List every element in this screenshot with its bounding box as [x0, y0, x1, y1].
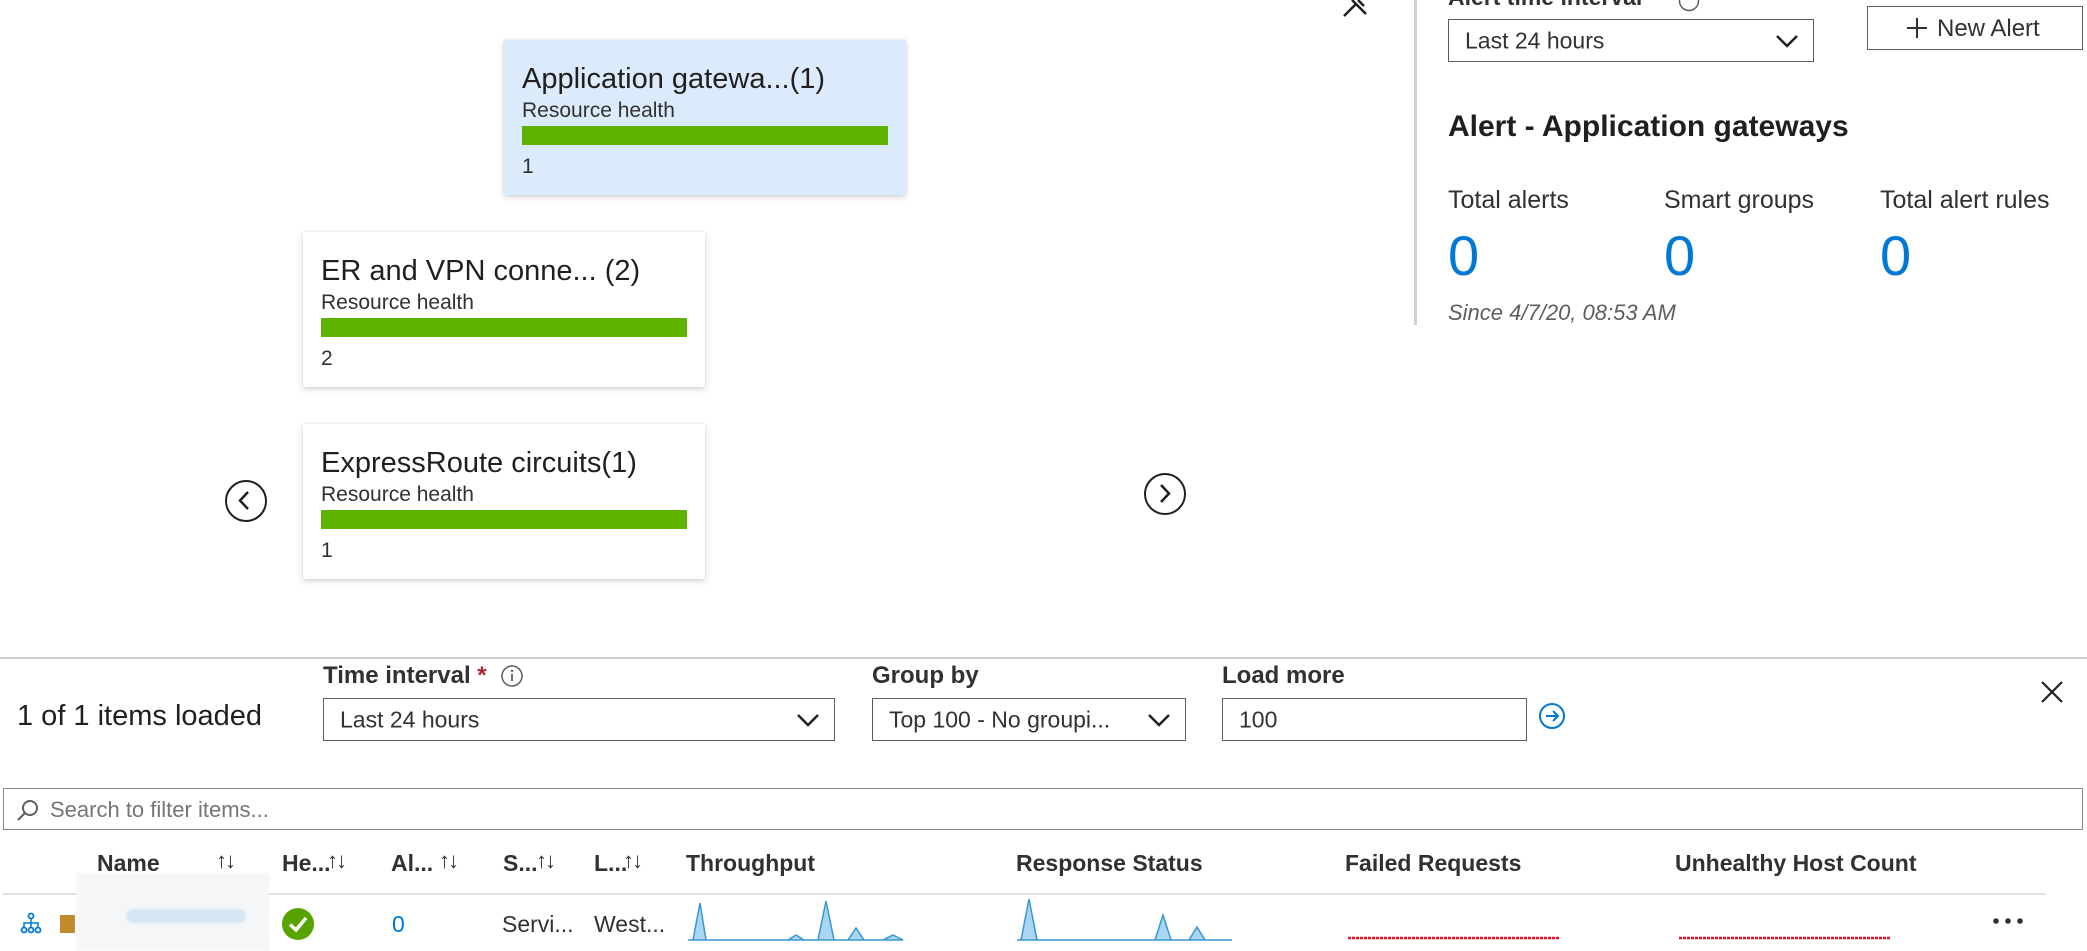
column-header-throughput[interactable]: Throughput	[686, 850, 815, 877]
alerts-panel-title: Alert - Application gateways	[1448, 110, 1849, 143]
items-loaded-text: 1 of 1 items loaded	[17, 700, 263, 732]
close-icon[interactable]	[2040, 680, 2064, 704]
card-title: ExpressRoute circuits(1)	[321, 447, 637, 479]
chevron-down-icon	[797, 713, 819, 727]
column-header-response-status[interactable]: Response Status	[1016, 850, 1203, 877]
stat-value-total-alerts[interactable]: 0	[1448, 226, 1479, 286]
sort-icon[interactable]: ↑↓	[536, 848, 556, 874]
network-icon	[20, 912, 42, 934]
plus-icon	[1907, 18, 1927, 38]
search-input[interactable]	[48, 793, 2052, 827]
next-button[interactable]	[1144, 473, 1186, 515]
chevron-down-icon	[1148, 713, 1170, 727]
column-header-alerts[interactable]: Al...	[391, 850, 433, 877]
search-icon	[17, 800, 38, 821]
dropdown-value: Last 24 hours	[340, 706, 480, 732]
stat-label-total-alert-rules: Total alert rules	[1880, 186, 2050, 214]
group-by-label: Group by	[872, 662, 979, 689]
response-status-sparkline	[1017, 898, 1232, 941]
card-subtitle: Resource health	[522, 99, 675, 122]
stat-value-total-alert-rules[interactable]: 0	[1880, 226, 1911, 286]
stat-value-smart-groups[interactable]: 0	[1664, 226, 1695, 286]
column-header-unhealthy-host-count[interactable]: Unhealthy Host Count	[1675, 850, 1917, 877]
required-mark: *	[477, 662, 487, 689]
chevron-down-icon	[1776, 34, 1798, 48]
stat-label-total-alerts: Total alerts	[1448, 186, 1569, 214]
resource-type-icon	[60, 915, 75, 933]
time-interval-label: Time interval *	[323, 662, 487, 690]
new-alert-label: New Alert	[1937, 15, 2040, 42]
sort-icon[interactable]: ↑↓	[439, 848, 459, 874]
failed-requests-sparkline	[1348, 936, 1560, 940]
location-cell: West...	[594, 911, 666, 937]
dropdown-value: Last 24 hours	[1465, 27, 1605, 53]
health-bar	[321, 318, 687, 337]
card-application-gateways[interactable]: Application gatewa...(1) Resource health…	[504, 40, 906, 195]
since-timestamp: Since 4/7/20, 08:53 AM	[1448, 300, 1676, 325]
card-er-vpn-connections[interactable]: ER and VPN conne... (2) Resource health …	[303, 232, 705, 387]
panel-divider	[1414, 0, 1417, 325]
go-arrow-icon[interactable]	[1538, 702, 1566, 730]
alert-interval-label: Alert time interval	[1448, 0, 1642, 11]
load-more-label: Load more	[1222, 662, 1345, 689]
unhealthy-host-count-sparkline	[1679, 936, 1891, 940]
dropdown-value: Top 100 - No groupi...	[889, 706, 1111, 732]
alert-interval-dropdown[interactable]: Last 24 hours	[1448, 19, 1814, 62]
info-icon[interactable]	[1678, 0, 1700, 12]
new-alert-button[interactable]: New Alert	[1867, 6, 2083, 50]
health-bar	[522, 126, 888, 145]
sort-icon[interactable]: ↑↓	[327, 848, 347, 874]
time-interval-dropdown[interactable]: Last 24 hours	[323, 698, 835, 741]
healthy-check-icon	[282, 908, 314, 940]
stat-label-smart-groups: Smart groups	[1664, 186, 1815, 214]
pin-icon[interactable]	[1340, 0, 1370, 18]
chevron-left-icon	[238, 491, 249, 510]
input-value: 100	[1239, 706, 1278, 732]
throughput-sparkline	[688, 900, 904, 941]
previous-button[interactable]	[225, 480, 267, 522]
name-cell-redacted	[76, 873, 269, 951]
card-count: 1	[522, 155, 534, 178]
alerts-cell-link[interactable]: 0	[392, 911, 405, 938]
health-bar	[321, 510, 687, 529]
status-cell: Servi...	[502, 911, 574, 937]
card-subtitle: Resource health	[321, 291, 474, 314]
sort-icon[interactable]: ↑↓	[623, 848, 643, 874]
card-count: 1	[321, 539, 333, 562]
time-interval-label-text: Time interval	[323, 662, 471, 689]
card-subtitle: Resource health	[321, 483, 474, 506]
card-count: 2	[321, 347, 333, 370]
column-header-failed-requests[interactable]: Failed Requests	[1345, 850, 1521, 877]
sort-icon[interactable]: ↑↓	[216, 848, 236, 874]
column-header-health[interactable]: He...	[282, 850, 331, 877]
card-title: Application gatewa...(1)	[522, 63, 826, 95]
column-header-status[interactable]: S...	[503, 850, 538, 877]
card-title: ER and VPN conne... (2)	[321, 255, 641, 287]
group-by-dropdown[interactable]: Top 100 - No groupi...	[872, 698, 1186, 741]
load-more-input[interactable]: 100	[1222, 698, 1527, 741]
info-icon[interactable]	[500, 664, 524, 688]
search-box[interactable]	[3, 788, 2083, 830]
more-options-icon[interactable]	[1991, 915, 2025, 927]
table-row[interactable]: 0 Servi... West...	[3, 873, 2046, 951]
card-expressroute-circuits[interactable]: ExpressRoute circuits(1) Resource health…	[303, 424, 705, 579]
chevron-right-icon	[1160, 484, 1171, 503]
section-divider	[0, 657, 2087, 659]
